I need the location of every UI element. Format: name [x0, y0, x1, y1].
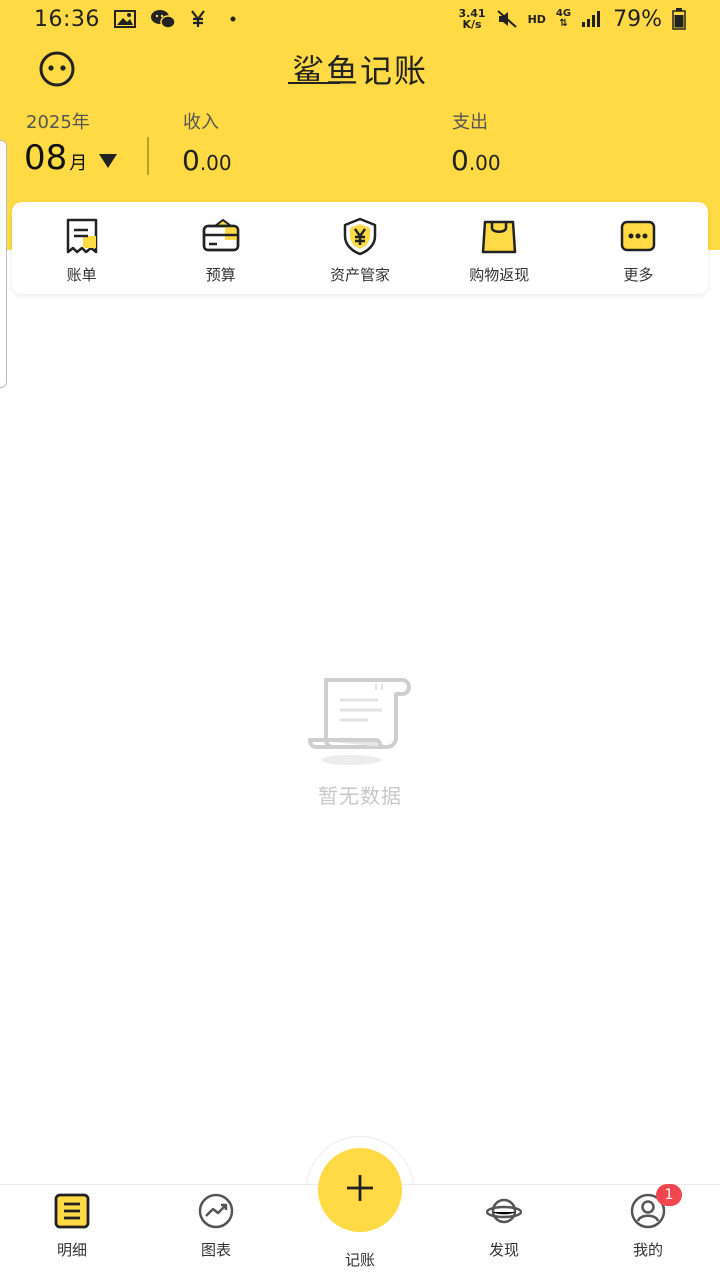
quick-actions-card: 账单 预算 资产管家 购物返现 更多	[12, 202, 708, 294]
quick-action-budget[interactable]: 预算	[151, 202, 290, 294]
quick-action-label: 更多	[623, 266, 654, 284]
app-title: 鲨鱼记账	[291, 52, 428, 90]
month-picker[interactable]: 08 月	[24, 138, 118, 178]
empty-state-text: 暂无数据	[318, 784, 402, 808]
notification-badge: 1	[656, 1184, 682, 1206]
quick-action-bill[interactable]: 账单	[12, 202, 151, 294]
caret-down-icon	[99, 154, 118, 168]
nav-item-chart[interactable]: 图表	[144, 1185, 288, 1280]
net-speed: 3.41 K/s	[458, 7, 486, 31]
quick-action-asset[interactable]: 资产管家	[290, 202, 429, 294]
wechat-icon	[150, 9, 176, 29]
status-bar: 16:36 3.41 K/s HD 4G ⇅ 79%	[0, 0, 720, 38]
status-time: 16:36	[34, 6, 100, 32]
bill-icon	[62, 216, 102, 256]
nav-item-details[interactable]: 明细	[0, 1185, 144, 1280]
quick-action-shopping[interactable]: 购物返现	[430, 202, 569, 294]
nav-label: 明细	[56, 1241, 87, 1259]
add-record-button[interactable]	[318, 1148, 402, 1232]
battery-percent: 79%	[613, 6, 662, 32]
nav-label: 图表	[200, 1241, 231, 1259]
quick-action-label: 资产管家	[330, 266, 391, 284]
quick-action-label: 购物返现	[469, 266, 530, 284]
income-value: 0.00	[182, 144, 232, 177]
month-unit: 月	[69, 153, 88, 174]
expense-value: 0.00	[451, 144, 501, 177]
network-type: 4G ⇅	[555, 8, 572, 29]
plus-icon	[345, 1173, 375, 1207]
nav-item-mine[interactable]: 我的	[576, 1185, 720, 1280]
receipt-scroll-icon	[306, 672, 414, 768]
nav-label: 我的	[632, 1241, 663, 1259]
nav-item-discover[interactable]: 发现	[432, 1185, 576, 1280]
dot-icon	[230, 16, 236, 22]
quick-action-label: 账单	[66, 266, 97, 284]
more-icon	[618, 216, 658, 256]
summary-divider	[147, 137, 149, 175]
chart-icon	[198, 1193, 234, 1229]
budget-icon	[201, 216, 241, 256]
edge-drawer-handle[interactable]	[0, 140, 7, 388]
year-label: 2025年	[26, 112, 90, 133]
signal-icon	[581, 10, 603, 28]
list-icon	[54, 1193, 90, 1229]
yen-icon	[190, 10, 206, 28]
quick-action-label: 预算	[205, 266, 236, 284]
mute-icon	[496, 9, 518, 29]
image-icon	[113, 10, 136, 28]
nav-label: 发现	[488, 1241, 519, 1259]
battery-icon	[672, 8, 686, 30]
shopping-bag-icon	[479, 216, 519, 256]
title-underline	[288, 82, 340, 84]
asset-icon	[340, 216, 380, 256]
month-number: 08	[24, 138, 68, 178]
quick-action-more[interactable]: 更多	[569, 202, 708, 294]
expense-label: 支出	[452, 112, 488, 133]
income-label: 收入	[183, 112, 219, 133]
nav-label: 记账	[344, 1251, 375, 1269]
hd-label: HD	[527, 12, 546, 26]
planet-icon	[486, 1193, 522, 1229]
